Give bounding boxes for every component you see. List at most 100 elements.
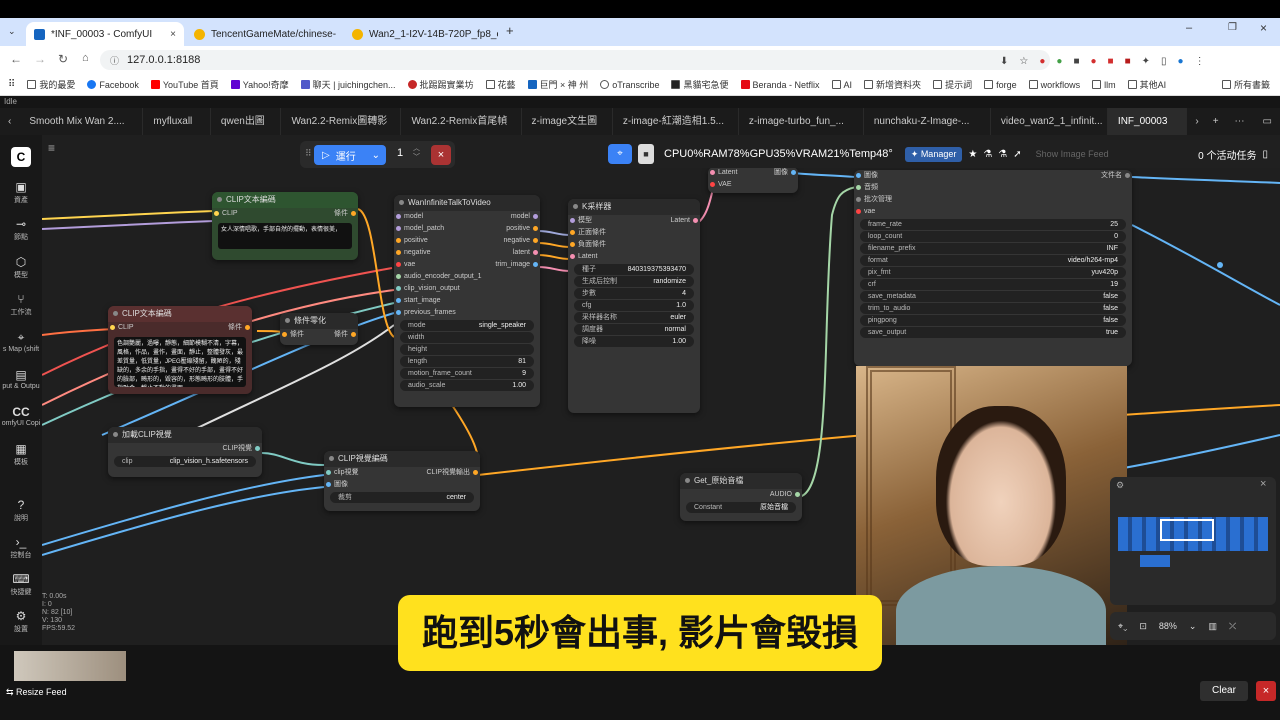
node-widget[interactable]: length 81 (400, 356, 534, 367)
workflow-tab[interactable]: Wan2.2-Remix圖轉影 (281, 108, 402, 135)
zoom-chevron-icon[interactable]: ⌄ (1189, 621, 1197, 632)
close-feed-button[interactable]: × (1256, 681, 1276, 701)
node-conditioning-zero-out[interactable]: 條件零化 條件 條件 (280, 313, 358, 345)
extensions-puzzle-icon[interactable]: ✦ (1142, 56, 1150, 67)
minimap[interactable]: ⚙ × (1110, 477, 1276, 605)
active-tasks[interactable]: 0 个活动任务 (1198, 147, 1256, 162)
node-widget[interactable]: height (400, 344, 534, 355)
show-image-feed-toggle[interactable]: Show Image Feed (1036, 149, 1109, 159)
new-workflow-icon[interactable]: + (1207, 116, 1225, 127)
tab-search-icon[interactable]: ⌄ (8, 26, 16, 37)
sidebar-help[interactable]: ? 說明 (0, 498, 42, 523)
input-slot[interactable] (326, 482, 331, 487)
output-slot[interactable] (693, 218, 698, 223)
bookmark-item[interactable]: Beranda - Netflix (740, 80, 820, 90)
drag-handle-icon[interactable]: ⠿ (305, 148, 312, 159)
node-widget[interactable]: crf 19 (860, 279, 1126, 290)
bookmark-item[interactable]: 其他AI (1127, 78, 1166, 91)
workflow-tab[interactable]: nunchaku-Z-Image-... (864, 108, 991, 135)
node-ksampler[interactable]: K采样器 模型 Latent 正面條件 負面條件 Latent 種子 84031937539… (568, 199, 700, 413)
workflow-tab[interactable]: z-image-turbo_fun_... (739, 108, 864, 135)
sidebar-assets[interactable]: ▣ 資產 (0, 180, 42, 205)
input-slot[interactable] (396, 250, 401, 255)
bookmark-item[interactable]: 花藝 (485, 78, 516, 91)
output-slot[interactable] (533, 262, 538, 267)
node-widget[interactable]: 采样器名称 euler (574, 312, 694, 323)
input-slot[interactable] (570, 242, 575, 247)
output-slot[interactable] (795, 492, 800, 497)
star-icon[interactable]: ★ (968, 149, 977, 160)
workflow-tab[interactable]: Smooth Mix Wan 2.... (19, 108, 144, 135)
input-slot[interactable] (856, 185, 861, 190)
browser-tab-comfyui[interactable]: *INF_00003 - ComfyUI × (26, 22, 184, 46)
output-slot[interactable] (1125, 173, 1130, 178)
workflow-tab[interactable]: Wan2.2-Remix首尾幀 (401, 108, 522, 135)
video-preview[interactable] (856, 366, 1127, 646)
sidebar-workflows[interactable]: ⑂ 工作流 (0, 292, 42, 317)
close-window-icon[interactable]: × (1260, 21, 1267, 35)
output-slot[interactable] (533, 214, 538, 219)
sidebar-shortcuts[interactable]: ⌨ 快捷鍵 (0, 572, 42, 597)
node-widget[interactable]: 調度器 normal (574, 324, 694, 335)
node-widget[interactable]: motion_frame_count 9 (400, 368, 534, 379)
node-widget[interactable]: width (400, 332, 534, 343)
flask-icon[interactable]: ⚗ (983, 149, 992, 160)
apps-grid-icon[interactable]: ⠿ (8, 79, 15, 90)
browser-tab-hf1[interactable]: TencentGameMate/chinese- × (186, 22, 336, 46)
node-widget[interactable]: audio_scale 1.00 (400, 380, 534, 391)
bookmark-item[interactable]: 批踢踢實業坊 (407, 78, 474, 91)
sidebar-templates[interactable]: ▦ 模板 (0, 442, 42, 467)
node-clip-text-encode-positive[interactable]: CLIP文本編碼 CLIP 條件 女人深情唱歌，手部自然的擺動，表情很美， (212, 192, 358, 260)
extension-shield-icon[interactable]: ● (1056, 56, 1062, 67)
reroute-dot[interactable] (1217, 262, 1223, 268)
bookmark-item[interactable]: oTranscribe (600, 80, 659, 90)
more-icon[interactable]: ⋯ (1225, 116, 1255, 127)
node-widget[interactable]: filename_prefix INF (860, 243, 1126, 254)
input-slot[interactable] (326, 470, 331, 475)
cancel-button[interactable]: × (431, 145, 451, 165)
bookmark-item[interactable]: 黑貓宅急便 (671, 78, 729, 91)
minimap-close-icon[interactable]: × (1260, 478, 1266, 490)
bookmark-item[interactable]: YouTube 首頁 (150, 78, 219, 91)
output-slot[interactable] (245, 325, 250, 330)
node-widget[interactable]: 降噪 1.00 (574, 336, 694, 347)
output-slot[interactable] (351, 332, 356, 337)
sidebar-io[interactable]: ▤ put & Outpu (0, 368, 42, 390)
input-slot[interactable] (396, 298, 401, 303)
node-video-combine[interactable]: 圖像 文件名 音頻 批次管理 vae frame_rate 25 loop_count 0 fil… (854, 170, 1132, 366)
minimap-toggle-icon[interactable]: ▥ (1208, 621, 1217, 632)
input-slot[interactable] (856, 197, 861, 202)
new-tab-icon[interactable]: + (506, 23, 514, 38)
forward-icon[interactable]: → (34, 52, 46, 66)
output-slot[interactable] (533, 238, 538, 243)
input-slot[interactable] (396, 226, 401, 231)
profile-avatar[interactable]: ● (1178, 56, 1184, 67)
input-slot[interactable] (396, 310, 401, 315)
prompt-textarea[interactable]: 色調艷麗，過曝，靜態，細節模糊不清，字幕，風格，作品，畫作，畫面，靜止，整體發灰… (114, 337, 246, 387)
bookmark-item[interactable]: llm (1092, 80, 1116, 90)
batch-count-input[interactable]: 1 (397, 147, 403, 159)
node-widget[interactable]: save_output true (860, 327, 1126, 338)
node-clip-text-encode-negative[interactable]: CLIP文本編碼 CLIP 條件 色調艷麗，過曝，靜態，細節模糊不清，字幕，風格，… (108, 306, 252, 394)
address-bar[interactable]: ⓘ 127.0.0.1:8188 (100, 50, 1050, 70)
output-slot[interactable] (533, 226, 538, 231)
prompt-textarea[interactable]: 女人深情唱歌，手部自然的擺動，表情很美， (218, 223, 352, 249)
output-slot[interactable] (351, 211, 356, 216)
stop-icon[interactable]: ■ (638, 144, 654, 164)
bookmark-item[interactable]: 提示詞 (933, 78, 972, 91)
share-icon[interactable]: ➚ (1013, 149, 1021, 160)
bookmark-item[interactable]: Facebook (87, 80, 139, 90)
input-slot[interactable] (570, 230, 575, 235)
node-wan-infinite-talk[interactable]: WanInfiniteTalkToVideo model model model_p… (394, 195, 540, 407)
scroll-left-icon[interactable]: ‹ (0, 116, 19, 127)
menu-icon[interactable]: ≡ (48, 141, 55, 155)
stepper-icon[interactable]: ︿ ﹀ (413, 144, 420, 162)
install-icon[interactable]: ⬇ (1000, 56, 1008, 67)
output-slot[interactable] (533, 250, 538, 255)
workflow-tab[interactable]: qwen出圖 (211, 108, 282, 135)
node-widget[interactable]: pingpong false (860, 315, 1126, 326)
bookmark-item[interactable]: 巨門 × 神 州 (527, 78, 588, 91)
clear-feed-button[interactable]: Clear (1200, 681, 1248, 701)
back-icon[interactable]: ← (10, 52, 22, 66)
node-widget[interactable]: format video/h264-mp4 (860, 255, 1126, 266)
